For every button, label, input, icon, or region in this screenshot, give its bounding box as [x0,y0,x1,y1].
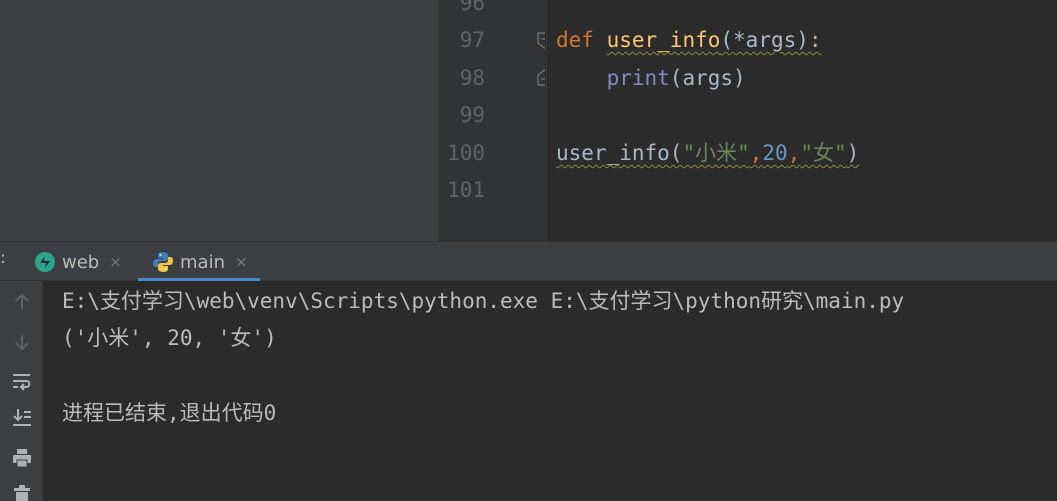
code-token: (args) [669,66,746,90]
code-token: print [606,66,670,90]
line-number-96: 96 [459,0,485,15]
line-number-100: 100 [447,141,485,165]
down-arrow-icon [15,335,29,351]
run-console[interactable]: E:\支付学习\web\venv\Scripts\python.exe E:\支… [44,281,1057,501]
close-icon[interactable]: × [235,253,248,271]
up-arrow-button[interactable] [9,289,35,315]
print-button[interactable] [9,445,35,471]
run-window-title-fragment: : [0,248,6,268]
scroll-to-end-icon [13,409,31,426]
tab-web[interactable]: web × [34,242,122,282]
trash-icon [14,485,30,501]
fold-collapse-icon[interactable] [537,32,545,49]
code-token: def [556,28,594,52]
run-toolbar [0,281,43,501]
tab-main[interactable]: main × [152,242,248,282]
code-token: user_info( [556,141,683,165]
print-icon [13,449,31,468]
clear-all-button[interactable] [9,481,35,501]
code-token: user_info [606,28,721,52]
code-token: "女" [800,141,847,165]
tab-main-label: main [180,251,225,273]
line-number-97: 97 [459,28,485,52]
code-token: 20 [762,141,788,165]
run-tab-bar: web × main × [0,241,1057,281]
line-number-98: 98 [459,66,485,90]
code-token: , [749,141,763,165]
scroll-to-end-button[interactable] [9,405,35,431]
pycharm-web-icon [35,252,55,272]
soft-wrap-icon [13,374,31,391]
code-token: "小米" [682,141,750,165]
console-output-line: ('小米', 20, '女') [62,326,277,350]
code-line-100: user_info("小米",20,"女") [556,138,859,168]
code-token: (*args): [720,28,822,52]
code-editor[interactable]: def user_info(*args): print(args) user_i… [546,0,1057,241]
line-number-99: 99 [459,103,485,127]
project-panel [0,0,439,241]
soft-wrap-button[interactable] [9,369,35,395]
tab-web-label: web [62,251,100,273]
console-command-line: E:\支付学习\web\venv\Scripts\python.exe E:\支… [62,289,905,313]
line-number-101: 101 [447,178,485,202]
up-arrow-icon [15,293,29,309]
down-arrow-button[interactable] [9,329,35,355]
code-token: , [787,141,801,165]
python-icon [153,252,173,272]
console-exit-message: 进程已结束,退出代码0 [62,401,277,425]
editor-gutter: 96 97 98 99 100 101 [439,0,545,241]
code-line-98: print(args) [556,63,746,93]
code-line-97: def user_info(*args): [556,25,822,55]
fold-end-icon[interactable] [537,69,545,86]
close-icon[interactable]: × [109,253,122,271]
code-token: ) [846,141,860,165]
